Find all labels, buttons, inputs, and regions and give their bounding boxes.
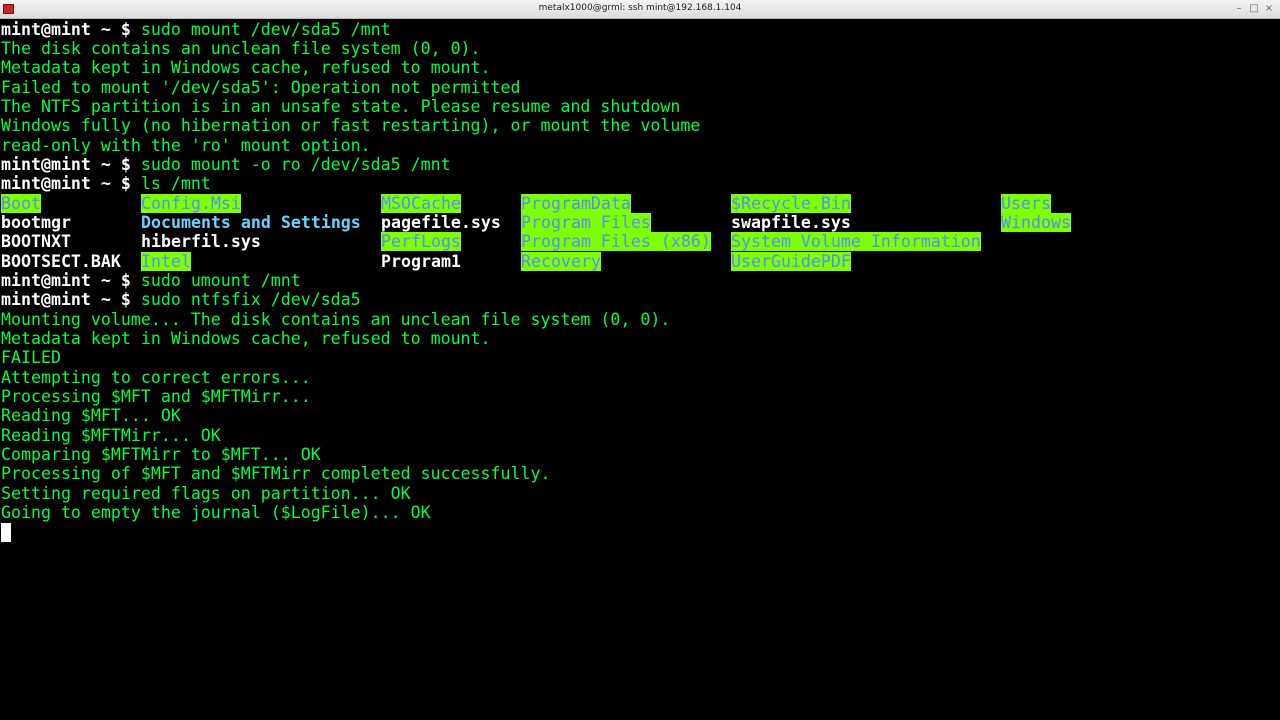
ls-entry: pagefile.sys xyxy=(381,213,501,232)
ls-entry: Recovery xyxy=(521,252,601,271)
ls-entry: hiberfil.sys xyxy=(141,232,261,251)
window-title: metalx1000@grml: ssh mint@192.168.1.104 xyxy=(538,3,742,13)
ls-output-row: BOOTSECT.BAK Intel Program1 Recovery Use… xyxy=(0,252,1280,271)
ls-entry: System Volume Information xyxy=(731,232,981,251)
terminal-line: Attempting to correct errors... xyxy=(1,368,311,387)
terminal-output[interactable]: mint@mint ~ $ sudo mount /dev/sda5 /mnt … xyxy=(0,20,1280,720)
ls-entry: ProgramData xyxy=(521,194,631,213)
ls-entry: Intel xyxy=(141,252,191,271)
terminal-line: read-only with the 'ro' mount option. xyxy=(1,136,371,155)
terminal-line: Processing of $MFT and $MFTMirr complete… xyxy=(1,464,551,483)
ls-output-row: Boot Config.Msi MSOCache ProgramData $Re… xyxy=(0,194,1280,213)
command-text: sudo umount /mnt xyxy=(130,271,301,290)
terminal-line: Mounting volume... The disk contains an … xyxy=(1,310,671,329)
ls-entry: $Recycle.Bin xyxy=(731,194,851,213)
ls-entry: BOOTNXT xyxy=(1,232,71,251)
ls-entry: PerfLogs xyxy=(381,232,461,251)
terminal-line: Failed to mount '/dev/sda5': Operation n… xyxy=(1,78,521,97)
close-button[interactable]: × xyxy=(1262,2,1276,16)
ls-output-row: BOOTNXT hiberfil.sys PerfLogs Program Fi… xyxy=(0,232,1280,251)
command-text: sudo mount -o ro /dev/sda5 /mnt xyxy=(130,155,451,174)
ls-output-row: bootmgr Documents and Settings pagefile.… xyxy=(0,213,1280,232)
terminal-line: Going to empty the journal ($LogFile)...… xyxy=(1,503,431,522)
ls-entry: Windows xyxy=(1001,213,1071,232)
command-text: sudo ntfsfix /dev/sda5 xyxy=(130,290,361,309)
terminal-line: mint@mint ~ $ ls /mnt xyxy=(1,174,211,193)
shell-prompt: mint@mint ~ $ xyxy=(1,155,131,174)
ls-entry: Config.Msi xyxy=(141,194,241,213)
terminal-line: The disk contains an unclean file system… xyxy=(1,39,481,58)
terminal-line: Reading $MFTMirr... OK xyxy=(1,426,221,445)
terminal-line: FAILED xyxy=(1,348,61,367)
terminal-line: Metadata kept in Windows cache, refused … xyxy=(1,58,491,77)
shell-prompt: mint@mint ~ $ xyxy=(1,20,131,39)
ls-entry: Program Files (x86) xyxy=(521,232,711,251)
terminal-line: The NTFS partition is in an unsafe state… xyxy=(1,97,681,116)
ls-entry: Program1 xyxy=(381,252,461,271)
ls-entry: MSOCache xyxy=(381,194,461,213)
minimize-button[interactable]: – xyxy=(1232,2,1246,16)
ls-entry: BOOTSECT.BAK xyxy=(1,252,121,271)
shell-prompt: mint@mint ~ $ xyxy=(1,290,131,309)
ls-entry: UserGuidePDF xyxy=(731,252,851,271)
command-text: ls /mnt xyxy=(130,174,211,193)
ls-entry: Program Files xyxy=(521,213,651,232)
command-text: sudo mount /dev/sda5 /mnt xyxy=(130,20,391,39)
ls-entry: Documents and Settings xyxy=(141,213,361,232)
terminal-line: Comparing $MFTMirr to $MFT... OK xyxy=(1,445,321,464)
maximize-button[interactable]: □ xyxy=(1247,2,1261,16)
ls-entry: swapfile.sys xyxy=(731,213,851,232)
ls-entry: Users xyxy=(1001,194,1051,213)
ls-entry: Boot xyxy=(1,194,41,213)
ls-entry: bootmgr xyxy=(1,213,71,232)
terminal-line: Setting required flags on partition... O… xyxy=(1,484,411,503)
shell-prompt: mint@mint ~ $ xyxy=(1,174,131,193)
terminal-line: Windows fully (no hibernation or fast re… xyxy=(1,116,701,135)
terminal-line: Processing $MFT and $MFTMirr... xyxy=(1,387,311,406)
terminal-line: mint@mint ~ $ sudo mount /dev/sda5 /mnt xyxy=(1,20,391,39)
terminal-line: mint@mint ~ $ sudo umount /mnt xyxy=(1,271,301,290)
terminal-line: mint@mint ~ $ sudo ntfsfix /dev/sda5 xyxy=(1,290,361,309)
terminal-line: mint@mint ~ $ sudo mount -o ro /dev/sda5… xyxy=(1,155,451,174)
window-titlebar[interactable]: metalx1000@grml: ssh mint@192.168.1.104 … xyxy=(0,0,1280,19)
terminal-line: Reading $MFT... OK xyxy=(1,406,181,425)
shell-prompt: mint@mint ~ $ xyxy=(1,271,131,290)
terminal-line: Metadata kept in Windows cache, refused … xyxy=(1,329,491,348)
text-cursor xyxy=(1,523,11,542)
